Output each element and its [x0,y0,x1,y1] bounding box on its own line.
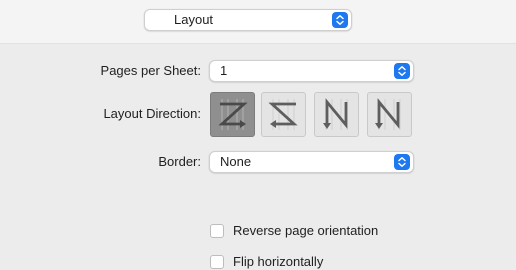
z-layout-icon [218,99,248,130]
layout-direction-label: Layout Direction: [103,106,201,121]
border-label: Border: [158,154,201,169]
reverse-page-orientation-checkbox[interactable] [210,224,224,238]
pages-per-sheet-popup[interactable]: 1 [209,60,414,82]
n-layout-icon [375,98,401,130]
layout-direction-n-reverse-button[interactable] [314,92,359,137]
layout-direction-z-button[interactable] [210,92,255,137]
n-reverse-layout-icon [323,98,348,130]
reverse-page-orientation-label[interactable]: Reverse page orientation [233,223,378,239]
border-value: None [220,154,252,169]
panel-selector-value: Layout [174,12,214,27]
border-popup[interactable]: None [209,151,414,173]
panel-selector-popup[interactable]: Layout [144,9,352,31]
layout-direction-n-button[interactable] [367,92,412,137]
chevron-updown-icon [332,12,348,28]
reverse-z-layout-icon [268,99,298,130]
chevron-updown-icon [394,154,410,170]
pages-per-sheet-value: 1 [220,63,228,78]
layout-direction-reverse-z-button[interactable] [261,92,306,137]
flip-horizontally-label[interactable]: Flip horizontally [233,254,323,270]
chevron-updown-icon [394,63,410,79]
panel-header: Layout [0,0,516,44]
pages-per-sheet-label: Pages per Sheet: [100,63,201,78]
